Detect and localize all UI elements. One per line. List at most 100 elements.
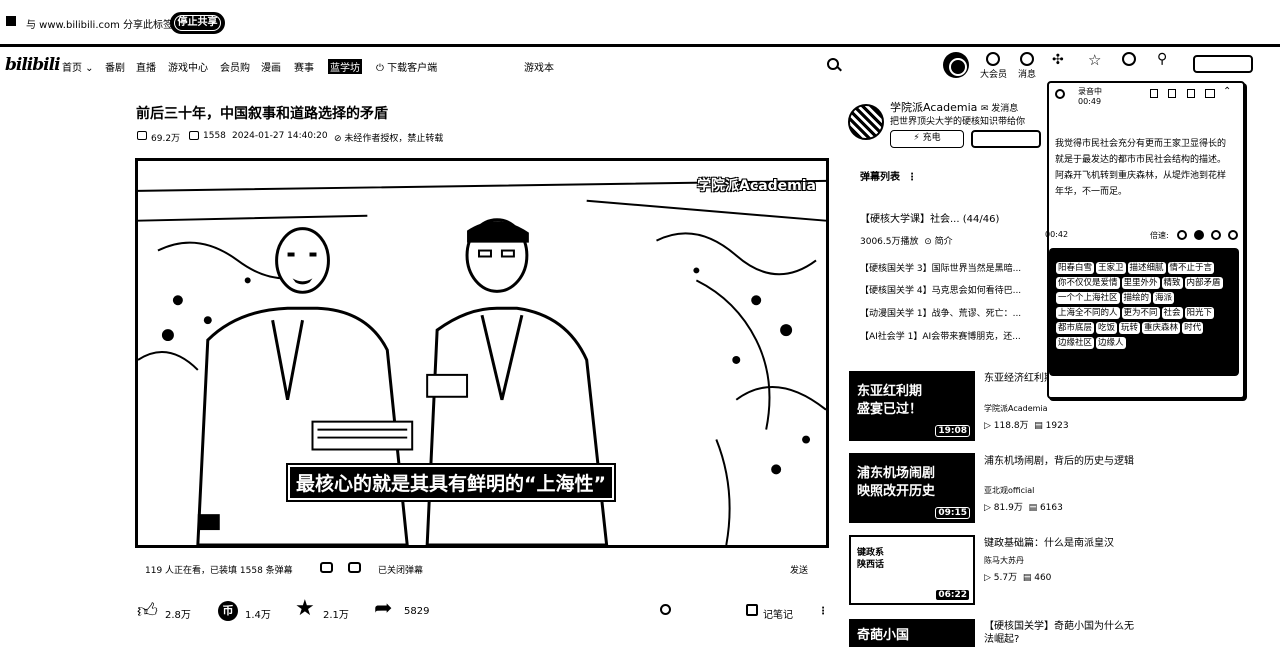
transcript-position: 00:42 bbox=[1045, 230, 1069, 239]
upload-button[interactable] bbox=[1193, 55, 1253, 73]
keyword-tag[interactable]: 一个个上海社区 bbox=[1056, 292, 1120, 304]
charge-button[interactable]: ⚡ 充电 bbox=[890, 130, 964, 148]
keyword-tags: 阳春白雪 王家卫 描述细腻 情不止于言你不仅仅是爱情 里里外外 精致 内部矛盾一个个上海社区… bbox=[1049, 248, 1239, 376]
playlist-title[interactable]: 【硬核大学课】社会... (44/46) bbox=[860, 210, 999, 225]
ai-assistant-icon[interactable] bbox=[660, 604, 671, 615]
pause-icon[interactable] bbox=[1150, 89, 1158, 98]
nav-esports[interactable]: 赛事 bbox=[294, 59, 314, 74]
list-icon[interactable] bbox=[1187, 89, 1195, 98]
note-icon[interactable] bbox=[746, 604, 758, 616]
rec-author[interactable]: 亚北观official bbox=[984, 485, 1034, 496]
uploader-name[interactable]: 学院派Academia ✉ 发消息 bbox=[890, 99, 1018, 115]
speed-option[interactable] bbox=[1228, 230, 1238, 240]
keyword-tag[interactable]: 边缘人 bbox=[1096, 337, 1126, 349]
coin-icon[interactable]: 币 bbox=[218, 601, 238, 621]
rec-thumbnail[interactable]: 奇葩小国 bbox=[849, 619, 975, 647]
rec-title[interactable]: 浦东机场闹剧，背后的历史与逻辑 bbox=[984, 455, 1134, 468]
keyword-tag[interactable]: 吃饭 bbox=[1096, 322, 1118, 334]
keyword-tag[interactable]: 时代 bbox=[1182, 322, 1204, 334]
recording-time: 00:49 bbox=[1078, 97, 1102, 106]
share-arrow-icon[interactable]: ➦ bbox=[374, 596, 392, 621]
keyword-tag[interactable]: 阳春白雪 bbox=[1056, 262, 1095, 274]
nav-download[interactable]: ⏻ 下载客户端 bbox=[376, 59, 437, 74]
stop-icon[interactable] bbox=[1168, 89, 1176, 98]
keyword-tag[interactable]: 你不仅仅是爱情 bbox=[1056, 277, 1120, 289]
keyword-tag[interactable]: 社会 bbox=[1161, 307, 1183, 319]
video-subtitle: 最核心的就是其具有鲜明的“上海性” bbox=[286, 463, 616, 502]
message-button[interactable]: 发消息 bbox=[991, 104, 1018, 114]
danmaku-closed-text[interactable]: 已关闭弹幕 bbox=[378, 563, 423, 576]
dynamic-icon[interactable]: ✣ bbox=[1052, 52, 1064, 68]
playlist-item[interactable]: 【动漫国关学 1】战争、荒谬、死亡：... bbox=[860, 306, 1021, 319]
danmaku-settings-icon[interactable] bbox=[348, 562, 361, 573]
search-icon[interactable] bbox=[827, 58, 839, 70]
like-icon[interactable]: 👍︎ bbox=[137, 598, 158, 623]
keyword-tag[interactable]: 描绘的 bbox=[1121, 292, 1152, 304]
speed-option[interactable] bbox=[1194, 230, 1204, 240]
keyword-tag[interactable]: 更为不同 bbox=[1121, 307, 1160, 319]
video-player[interactable]: 学院派Academia 最核心的就是其具有鲜明的“上海性” bbox=[135, 158, 829, 548]
playlist-item[interactable]: 【硬核国关学 3】国际世界当然是黑暗... bbox=[860, 261, 1021, 274]
coin-count[interactable]: 1.4万 bbox=[245, 606, 271, 621]
keyword-tag[interactable]: 精致 bbox=[1161, 277, 1183, 289]
nav-anime[interactable]: 番剧 bbox=[105, 59, 125, 74]
favorite-star-icon[interactable]: ★ bbox=[295, 596, 315, 621]
search-input[interactable]: 游戏本 bbox=[524, 59, 554, 74]
nav-home[interactable]: 首页 ⌄ bbox=[62, 59, 94, 74]
nav-live[interactable]: 直播 bbox=[136, 59, 156, 74]
playlist-item[interactable]: 【硬核国关学 4】马克思会如何看待巴... bbox=[860, 283, 1021, 296]
follow-button[interactable] bbox=[971, 130, 1041, 148]
favorite-icon[interactable]: ☆ bbox=[1088, 51, 1101, 69]
keyword-tag[interactable]: 内部矛盾 bbox=[1184, 277, 1223, 289]
nav-vip-shop[interactable]: 会员购 bbox=[220, 59, 250, 74]
favorite-count[interactable]: 2.1万 bbox=[323, 606, 349, 621]
more-icon[interactable]: ⋮ bbox=[818, 606, 828, 617]
rec-thumbnail[interactable]: 东亚红利期 盛宴已过！ 19:08 bbox=[849, 371, 975, 441]
keyword-tag[interactable]: 都市底层 bbox=[1056, 322, 1095, 334]
nav-manga[interactable]: 漫画 bbox=[261, 59, 281, 74]
stop-share-button[interactable]: 停止共享 bbox=[170, 12, 225, 34]
collapse-icon[interactable]: ⌃ bbox=[1223, 86, 1231, 97]
danmaku-list-header[interactable]: 弹幕列表 ⋮ bbox=[860, 168, 917, 183]
history-icon[interactable] bbox=[1122, 52, 1136, 66]
like-count[interactable]: 2.8万 bbox=[165, 606, 191, 621]
video-watermark: 学院派Academia bbox=[697, 178, 816, 194]
playlist-meta: 3006.5万播放 ⊙ 简介 bbox=[860, 237, 953, 247]
message-icon[interactable] bbox=[1020, 52, 1034, 66]
rec-author[interactable]: 学院派Academia bbox=[984, 403, 1048, 414]
rec-title[interactable]: 键政基础篇：什么是南派皇汉 bbox=[984, 537, 1134, 550]
rec-title[interactable]: 【硬核国关学】奇葩小国为什么无法崛起? bbox=[984, 620, 1134, 646]
creation-icon[interactable]: ⚲ bbox=[1157, 51, 1167, 67]
rec-duration: 09:15 bbox=[935, 507, 970, 519]
nav-game-center[interactable]: 游戏中心 bbox=[168, 59, 208, 74]
keyword-tag[interactable]: 里里外外 bbox=[1121, 277, 1160, 289]
rec-author[interactable]: 陈马大苏丹 bbox=[984, 555, 1024, 566]
keyword-tag[interactable]: 阳光下 bbox=[1184, 307, 1215, 319]
share-count[interactable]: 5829 bbox=[404, 606, 429, 617]
playlist-item[interactable]: 【AI社会学 1】AI会带来赛博朋克，还... bbox=[860, 329, 1021, 342]
keyword-tag[interactable]: 玩转 bbox=[1119, 322, 1141, 334]
rec-thumbnail[interactable]: 键政系 陕西话 06:22 bbox=[849, 535, 975, 605]
speed-option[interactable] bbox=[1211, 230, 1221, 240]
keyword-tag[interactable]: 海派 bbox=[1153, 292, 1175, 304]
nav-blue-academy[interactable]: 蓝学坊 bbox=[328, 59, 362, 74]
message-label[interactable]: 消息 bbox=[1018, 67, 1036, 80]
uploader-avatar[interactable] bbox=[848, 104, 884, 140]
rec-stats: ▷ 118.8万 ▤ 1923 bbox=[984, 421, 1069, 431]
keyword-tag[interactable]: 王家卫 bbox=[1096, 262, 1126, 274]
window-icon[interactable] bbox=[1205, 89, 1215, 98]
danmaku-toggle-icon[interactable] bbox=[320, 562, 333, 573]
keyword-tag[interactable]: 重庆森林 bbox=[1142, 322, 1181, 334]
keyword-tag[interactable]: 情不止于言 bbox=[1167, 262, 1215, 274]
note-button[interactable]: 记笔记 bbox=[763, 606, 793, 621]
bilibili-logo[interactable]: bilibili bbox=[5, 55, 61, 75]
keyword-tag[interactable]: 描述细腻 bbox=[1127, 262, 1166, 274]
rec-thumbnail[interactable]: 浦东机场闹剧 映照改开历史 09:15 bbox=[849, 453, 975, 523]
keyword-tag[interactable]: 边缘社区 bbox=[1056, 337, 1095, 349]
speed-option[interactable] bbox=[1177, 230, 1187, 240]
user-avatar[interactable] bbox=[943, 52, 969, 78]
vip-icon[interactable] bbox=[986, 52, 1000, 66]
send-danmaku-button[interactable]: 发送 bbox=[790, 563, 808, 576]
vip-label[interactable]: 大会员 bbox=[980, 67, 1007, 80]
keyword-tag[interactable]: 上海全不同的人 bbox=[1056, 307, 1120, 319]
